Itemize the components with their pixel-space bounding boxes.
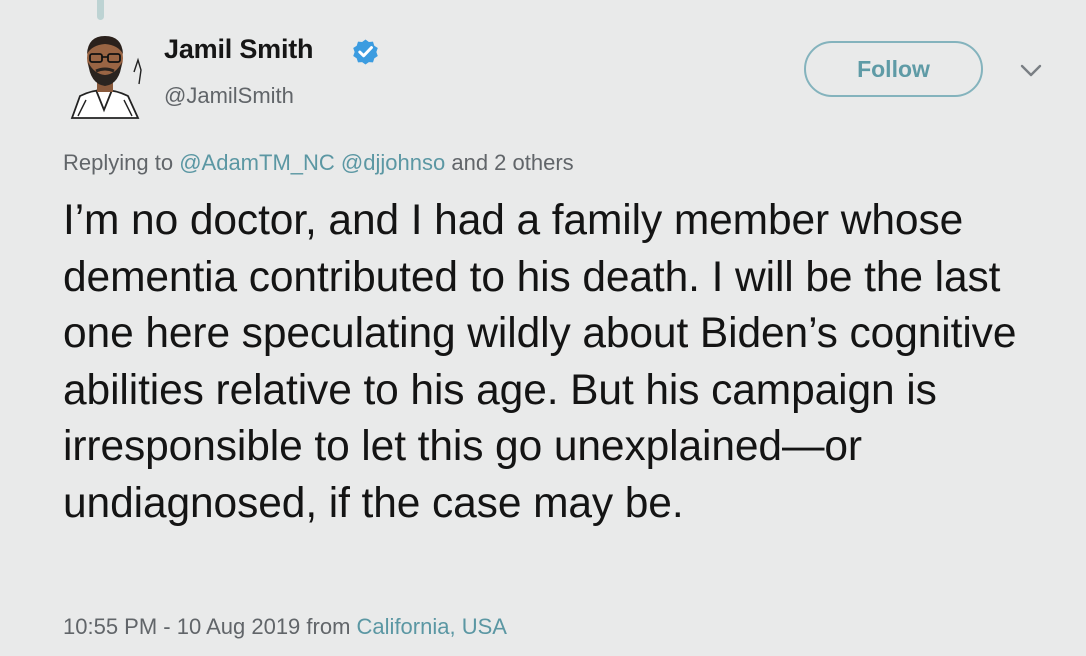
tweet-text: I’m no doctor, and I had a family member… — [63, 197, 1017, 527]
reply-context-prefix: Replying to — [63, 150, 174, 175]
tweet-metadata: 10:55 PM - 10 Aug 2019 from California, … — [63, 614, 507, 640]
author-handle[interactable]: @JamilSmith — [164, 83, 294, 109]
reply-context: Replying to @AdamTM_NC @djjohnso and 2 o… — [63, 150, 574, 176]
mention-link[interactable]: @AdamTM_NC — [179, 150, 335, 175]
chevron-down-icon[interactable] — [1019, 63, 1043, 79]
verified-badge-icon — [353, 39, 378, 65]
author-name[interactable]: Jamil Smith — [164, 34, 314, 65]
mention-link[interactable]: @djjohnso — [341, 150, 445, 175]
reply-context-others[interactable]: and 2 others — [451, 150, 573, 175]
source-prefix: from — [306, 614, 351, 639]
avatar-illustration — [70, 36, 142, 119]
thread-connector-line — [97, 0, 104, 20]
avatar[interactable] — [66, 30, 144, 120]
timestamp[interactable]: 10:55 PM - 10 Aug 2019 — [63, 614, 300, 639]
follow-button[interactable]: Follow — [804, 41, 983, 97]
location-link[interactable]: California, USA — [357, 614, 507, 639]
